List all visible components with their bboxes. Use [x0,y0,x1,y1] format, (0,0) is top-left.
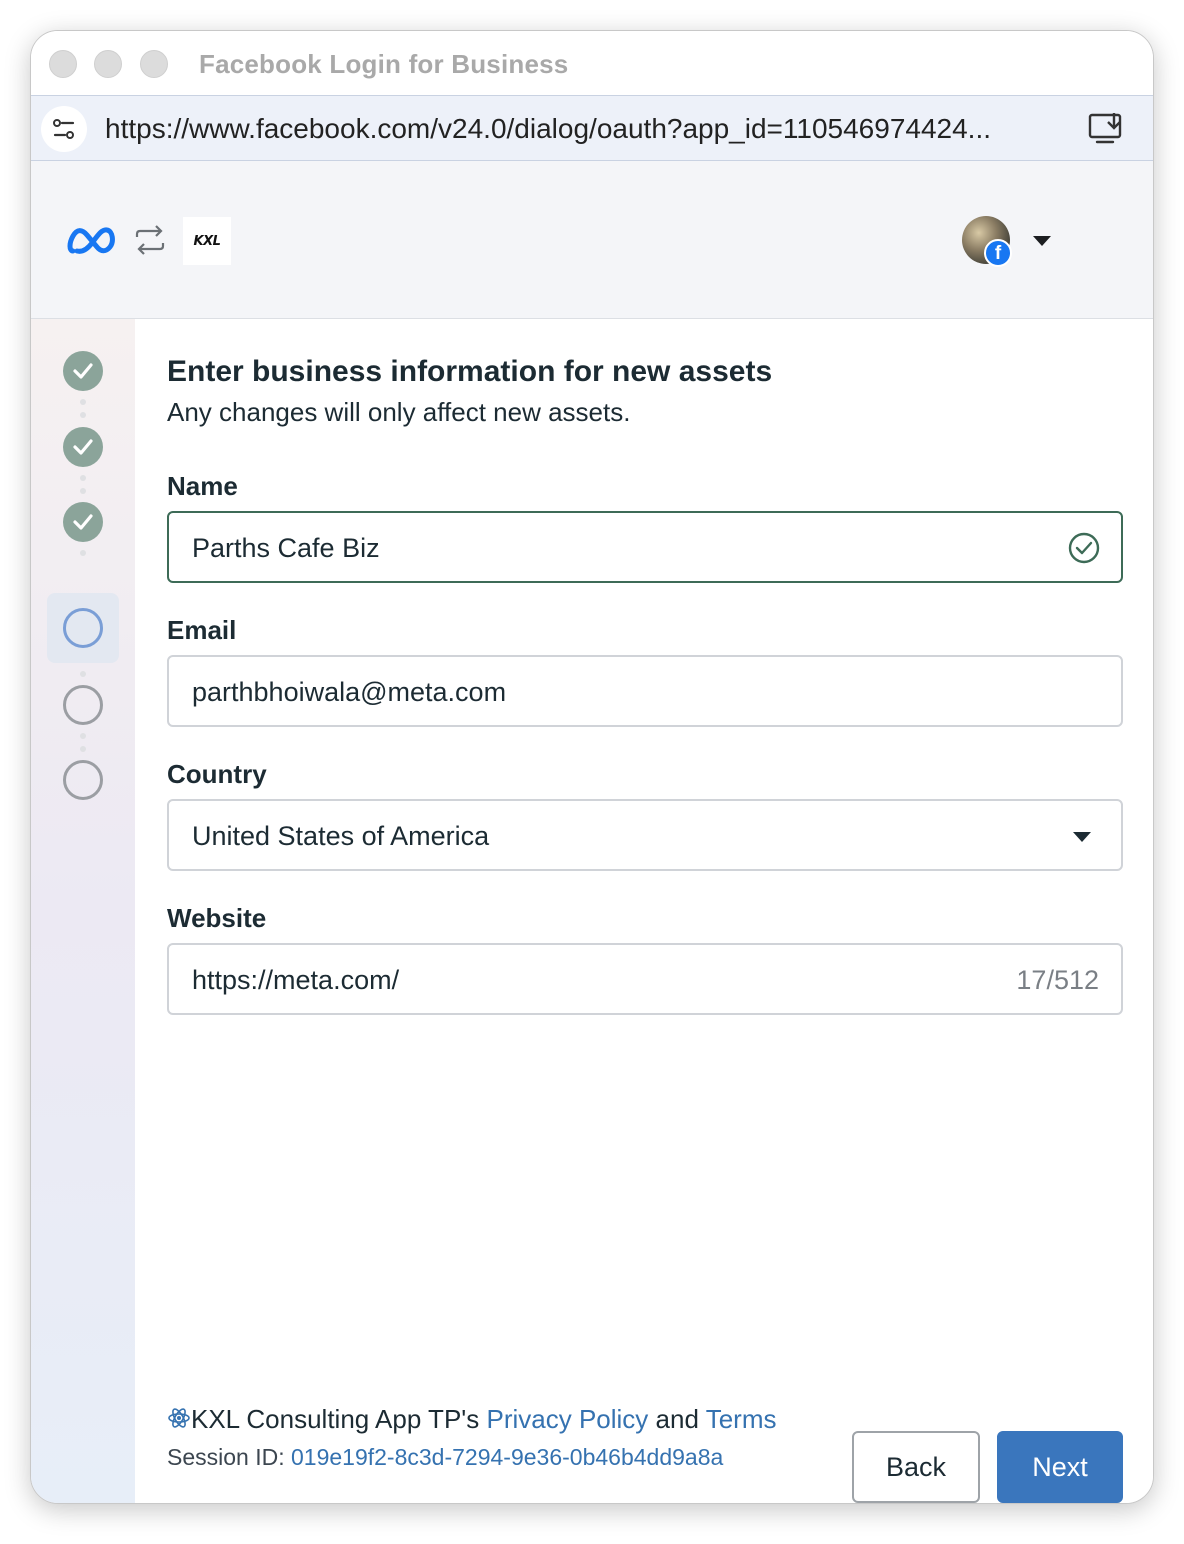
name-label: Name [167,471,238,501]
email-value: parthbhoiwala@meta.com [192,677,507,707]
privacy-policy-link[interactable]: Privacy Policy [486,1404,648,1434]
email-label: Email [167,615,237,645]
step-progress-rail [31,319,135,1503]
app-name-text: KXL Consulting App TP's [191,1404,480,1434]
step-connector [80,475,86,501]
step-connector [80,671,86,684]
account-dropdown-caret-icon[interactable] [1033,236,1051,246]
next-button[interactable]: Next [997,1431,1123,1503]
character-counter: 17/512 [1016,965,1099,995]
dialog-header: KXL f [31,161,1153,319]
email-field[interactable]: parthbhoiwala@meta.com [167,655,1123,727]
site-settings-icon [53,119,75,139]
connect-swap-icon [135,225,165,255]
address-bar: https://www.facebook.com/v24.0/dialog/oa… [31,95,1153,161]
step-4-current-icon [63,608,103,648]
title-bar: Facebook Login for Business [31,31,1153,95]
window-title: Facebook Login for Business [199,49,569,79]
business-info-form: Enter business information for new asset… [135,319,1153,1503]
install-app-icon [1088,111,1122,144]
step-3-complete-icon [63,502,103,542]
website-label: Website [167,903,267,933]
facebook-badge-icon: f [984,239,1012,267]
country-value: United States of America [192,821,490,851]
website-value: https://meta.com/ [192,965,400,995]
step-2-complete-icon [63,427,103,467]
session-id-label: Session ID: [167,1444,285,1470]
browser-window: Facebook Login for Business https://www.… [30,30,1154,1504]
country-select[interactable]: United States of America [167,799,1123,871]
back-button[interactable]: Back [852,1431,980,1503]
url-text[interactable]: https://www.facebook.com/v24.0/dialog/oa… [105,113,1065,145]
zoom-window-button[interactable] [140,50,168,78]
kxl-app-logo: KXL [183,217,231,265]
step-1-complete-icon [63,351,103,391]
valid-check-icon [1068,532,1100,564]
name-field[interactable]: Parths Cafe Biz [167,511,1123,583]
app-policy-text: KXL Consulting App TP's Privacy Policy a… [167,1404,776,1435]
session-id-row: Session ID: 019e19f2-8c3d-7294-9e36-0b46… [167,1444,723,1471]
app-atom-icon [168,1408,190,1428]
step-connector [80,399,86,425]
step-connector [80,550,86,563]
page-subtitle: Any changes will only affect new assets. [167,397,631,427]
website-field[interactable]: https://meta.com/ 17/512 [167,943,1123,1015]
close-window-button[interactable] [49,50,77,78]
step-6-pending-icon [63,760,103,800]
minimize-window-button[interactable] [94,50,122,78]
step-5-pending-icon [63,685,103,725]
session-id-value[interactable]: 019e19f2-8c3d-7294-9e36-0b46b4dd9a8a [291,1444,723,1470]
site-settings-button[interactable] [41,106,87,152]
step-connector [80,733,86,759]
terms-link[interactable]: Terms [706,1404,777,1434]
meta-logo-icon [67,227,115,254]
name-value: Parths Cafe Biz [192,533,380,563]
country-label: Country [167,759,267,789]
install-app-button[interactable] [1087,111,1127,147]
and-text: and [655,1404,699,1434]
page-title: Enter business information for new asset… [167,355,773,388]
chevron-down-icon [1073,832,1091,842]
